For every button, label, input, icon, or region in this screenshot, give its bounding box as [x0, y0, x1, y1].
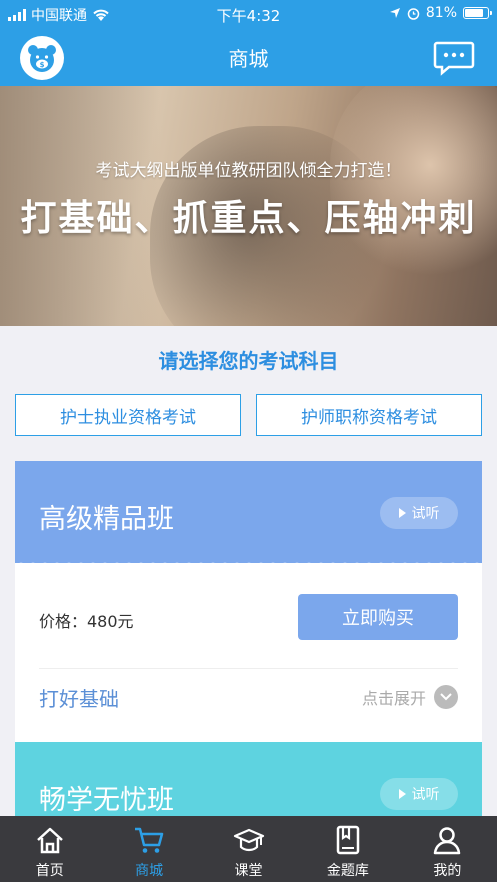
- course-card: 畅学无忧班 试听: [15, 742, 482, 822]
- exam-nurse-license-button[interactable]: 护士执业资格考试: [15, 394, 241, 436]
- tab-mine[interactable]: 我的: [398, 816, 497, 882]
- course-card: 高级精品班 试听 价格：480元 立即购买 打好基础 点击展开: [15, 461, 482, 753]
- nav-bar: $ 商城: [0, 28, 497, 86]
- course-price: 价格：480元: [39, 612, 134, 631]
- promo-banner[interactable]: 考试大纲出版单位教研团队倾全力打造！ 打基础、抓重点、压轴冲刺: [0, 86, 497, 326]
- try-listen-label: 试听: [411, 787, 440, 803]
- try-listen-button[interactable]: 试听: [380, 778, 458, 810]
- exam-nurse-title-button[interactable]: 护师职称资格考试: [256, 394, 482, 436]
- play-icon: [398, 789, 406, 799]
- page-title: 商城: [228, 47, 269, 71]
- course-card-header: 畅学无忧班 试听: [15, 742, 482, 822]
- battery-icon: [463, 7, 492, 19]
- user-icon: [434, 827, 461, 855]
- book-icon: [336, 825, 360, 855]
- status-bar: 中国联通 下午4:32 81%: [0, 0, 497, 28]
- alarm-icon: [407, 7, 420, 20]
- exam-section-title: 请选择您的考试科目: [158, 349, 339, 373]
- battery-percent: 81%: [425, 5, 457, 21]
- course-card-header: 高级精品班 试听: [15, 461, 482, 569]
- tab-bar: 首页 商城 课堂 金题库 我的: [0, 816, 497, 882]
- cart-icon: [135, 827, 164, 853]
- home-icon: [36, 827, 63, 854]
- try-listen-button[interactable]: 试听: [380, 497, 458, 529]
- buy-now-button[interactable]: 立即购买: [298, 594, 458, 640]
- location-icon: [389, 8, 400, 18]
- chat-bubble-icon[interactable]: [433, 40, 475, 76]
- banner-subtitle: 考试大纲出版单位教研团队倾全力打造！: [95, 161, 402, 181]
- tab-mine-label: 我的: [433, 863, 462, 879]
- graduation-cap-icon: [233, 828, 264, 852]
- course-section-title: 打好基础: [39, 687, 119, 711]
- course-title: 高级精品班: [39, 504, 174, 535]
- tab-question-bank-label: 金题库: [326, 863, 369, 879]
- chevron-down-icon: [434, 685, 458, 709]
- course-title: 畅学无忧班: [39, 785, 174, 816]
- tab-classroom-label: 课堂: [234, 863, 263, 879]
- tab-shop-label: 商城: [135, 863, 164, 879]
- expand-toggle[interactable]: 点击展开: [362, 685, 458, 709]
- banner-headline: 打基础、抓重点、压轴冲刺: [20, 198, 477, 239]
- try-listen-label: 试听: [411, 506, 440, 522]
- divider: [39, 668, 458, 669]
- tab-classroom[interactable]: 课堂: [199, 816, 298, 882]
- tab-shop[interactable]: 商城: [99, 816, 198, 882]
- play-icon: [398, 508, 406, 518]
- tab-home-label: 首页: [35, 863, 64, 879]
- expand-label: 点击展开: [361, 689, 426, 708]
- tab-home[interactable]: 首页: [0, 816, 99, 882]
- tab-question-bank[interactable]: 金题库: [298, 816, 397, 882]
